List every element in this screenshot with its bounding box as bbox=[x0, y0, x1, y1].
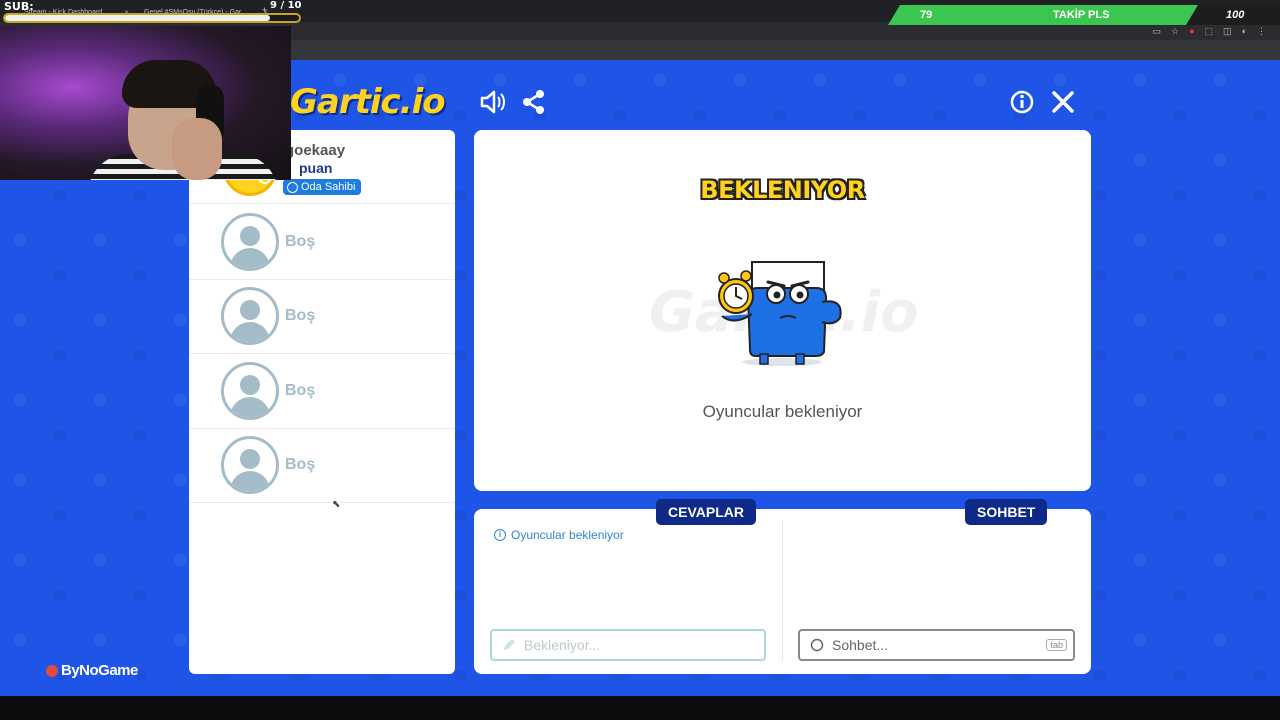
players-panel: goekaay puan Oda Sahibi Boş Boş Boş Boş bbox=[189, 130, 455, 674]
game-status-panel: BEKLENIYOR Gartic.io Oyuncular bekleniyo… bbox=[474, 130, 1091, 491]
sub-goal-label: SUB: bbox=[4, 0, 34, 13]
slot-label: Boş bbox=[285, 233, 316, 250]
answer-input[interactable]: Bekleniyor... bbox=[490, 629, 766, 661]
chat-placeholder: Sohbet... bbox=[832, 637, 889, 653]
empty-avatar-icon bbox=[221, 362, 279, 420]
puzzle-icon[interactable]: ◫ bbox=[1223, 26, 1232, 37]
player-slot-empty: Boş bbox=[189, 428, 455, 503]
tab-key-hint: tab bbox=[1046, 639, 1067, 651]
status-text: Oyuncular bekleniyor bbox=[702, 402, 863, 421]
badge-label: Oda Sahibi bbox=[301, 181, 356, 193]
star-icon[interactable]: ☆ bbox=[1171, 26, 1179, 37]
tab-answers[interactable]: CEVAPLAR bbox=[656, 499, 756, 525]
slot-label: Boş bbox=[285, 456, 316, 473]
waiting-mascot-icon bbox=[718, 261, 842, 366]
slot-label: Boş bbox=[285, 382, 316, 399]
speaker-icon[interactable] bbox=[478, 88, 506, 116]
sponsor-text: ByNoGame bbox=[61, 662, 138, 679]
menu-icon[interactable]: ⋮ bbox=[1257, 26, 1266, 37]
chat-bubble-icon bbox=[810, 638, 824, 652]
tab-chat[interactable]: SOHBET bbox=[965, 499, 1048, 525]
sub-goal-count: 9 / 10 bbox=[270, 0, 302, 11]
follow-goal-bar: 79 TAKİP PLS 100 bbox=[888, 5, 1280, 25]
record-icon[interactable]: ● bbox=[1189, 26, 1194, 37]
player-points: puan bbox=[299, 160, 333, 176]
sub-goal-progress bbox=[3, 13, 301, 23]
answers-info-text: Oyuncular bekleniyor bbox=[511, 528, 624, 542]
status-title: BEKLENIYOR bbox=[700, 176, 865, 204]
info-small-icon: i bbox=[494, 529, 506, 541]
player-slot-empty: Boş bbox=[189, 205, 455, 280]
answer-placeholder: Bekleniyor... bbox=[524, 637, 601, 653]
share-icon[interactable] bbox=[520, 88, 548, 116]
info-icon[interactable] bbox=[1008, 88, 1036, 116]
empty-avatar-icon bbox=[221, 213, 279, 271]
streamer-hand bbox=[172, 118, 222, 180]
empty-avatar-icon bbox=[221, 436, 279, 494]
slot-label: Boş bbox=[285, 307, 316, 324]
bottom-bar bbox=[0, 696, 1280, 720]
close-icon[interactable] bbox=[1049, 88, 1077, 116]
answers-chat-panel: CEVAPLAR SOHBET i Oyuncular bekleniyor B… bbox=[474, 499, 1091, 674]
follow-label: TAKİP PLS bbox=[1053, 9, 1110, 21]
empty-avatar-icon bbox=[221, 287, 279, 345]
room-owner-badge: Oda Sahibi bbox=[283, 179, 362, 195]
player-slot-empty: Boş bbox=[189, 279, 455, 354]
mouse-cursor-icon: ⬉ bbox=[332, 499, 341, 510]
player-name: goekaay bbox=[285, 142, 346, 159]
crown-icon bbox=[287, 181, 298, 193]
browser-extension-icons: ▭ ☆ ● ⬚ ◫ ◐ ⋮ bbox=[1153, 26, 1267, 37]
player-slot-empty: Boş bbox=[189, 354, 455, 429]
sub-goal-fill bbox=[5, 15, 270, 21]
answers-info: i Oyuncular bekleniyor bbox=[494, 528, 624, 542]
gartic-logo[interactable]: Gartic.io bbox=[290, 82, 446, 122]
follow-target: 100 bbox=[1226, 9, 1245, 21]
pencil-icon bbox=[504, 639, 515, 650]
sponsor-logo: ByNoGame bbox=[46, 662, 138, 679]
cast-icon[interactable]: ▭ bbox=[1153, 26, 1162, 37]
profile-icon[interactable]: ◐ bbox=[1242, 26, 1247, 37]
panel-divider bbox=[782, 521, 783, 661]
follow-current: 79 bbox=[920, 9, 933, 21]
webcam-overlay bbox=[0, 26, 291, 180]
bynogame-icon bbox=[46, 664, 58, 677]
chat-input[interactable]: Sohbet... tab bbox=[798, 629, 1075, 661]
extension-icon[interactable]: ⬚ bbox=[1205, 26, 1214, 37]
